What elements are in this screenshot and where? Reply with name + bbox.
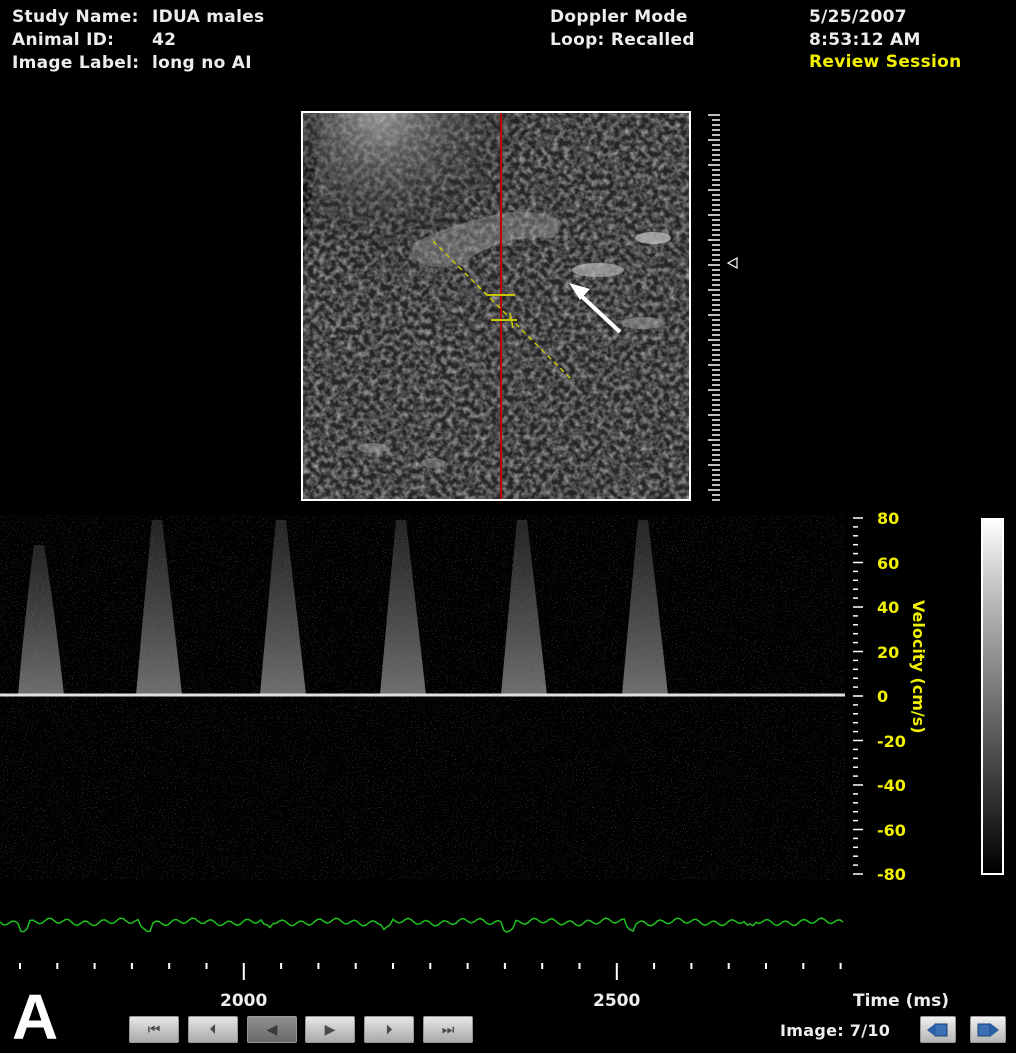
triangle-marker-icon	[726, 256, 738, 270]
time-tick-2500: 2500	[593, 991, 641, 1011]
b-mode-image[interactable]	[301, 111, 691, 501]
velocity-tick-label: 60	[877, 553, 900, 573]
velocity-tick-label: -40	[877, 776, 906, 795]
grayscale-map-bar	[981, 518, 1004, 875]
velocity-tick-label: 20	[877, 642, 900, 662]
time-tick-2000: 2000	[220, 991, 268, 1011]
time-label: 8:53:12 AM	[809, 30, 921, 50]
last-frame-button[interactable]: ⏭	[423, 1016, 473, 1043]
arrow-right-export-icon	[977, 1022, 999, 1037]
play-button[interactable]: ▶	[305, 1016, 355, 1043]
export-right-button[interactable]	[970, 1016, 1006, 1043]
arrow-left-export-icon	[927, 1022, 948, 1037]
mode-label: Doppler Mode	[550, 7, 688, 27]
velocity-tick-label: 40	[877, 598, 900, 617]
velocity-axis-title: Velocity (cm/s)	[909, 600, 928, 734]
velocity-tick-label: 80	[877, 509, 900, 528]
session-status: Review Session	[809, 52, 962, 72]
image-label-label: Image Label:	[12, 53, 140, 73]
velocity-tick-label: 0	[877, 687, 889, 706]
previous-frame-button[interactable]: ⏴	[188, 1016, 238, 1043]
ecg-trace	[0, 917, 844, 933]
study-name-label: Study Name:	[12, 7, 139, 27]
first-frame-button[interactable]: ⏮	[129, 1016, 179, 1043]
time-axis-title: Time (ms)	[853, 991, 949, 1011]
date-label: 5/25/2007	[809, 7, 907, 27]
next-frame-button[interactable]: ⏵	[364, 1016, 414, 1043]
panel-letter: A	[12, 981, 59, 1053]
time-axis	[19, 963, 842, 980]
loop-status: Loop: Recalled	[550, 30, 695, 50]
depth-scale	[708, 114, 738, 501]
image-label-value: long no AI	[152, 53, 252, 73]
animal-id-value: 42	[152, 30, 177, 50]
b-mode-canvas	[303, 113, 689, 499]
animal-id-label: Animal ID:	[12, 30, 115, 50]
doppler-spectrum	[0, 515, 845, 880]
velocity-tick-label: -20	[877, 731, 906, 751]
velocity-tick-label: -60	[877, 820, 906, 840]
image-counter: Image: 7/10	[780, 1021, 891, 1040]
rewind-button[interactable]: ◀	[247, 1016, 297, 1043]
velocity-tick-label: -80	[877, 865, 906, 884]
export-left-button[interactable]	[920, 1016, 956, 1043]
study-name-value: IDUA males	[152, 7, 265, 27]
